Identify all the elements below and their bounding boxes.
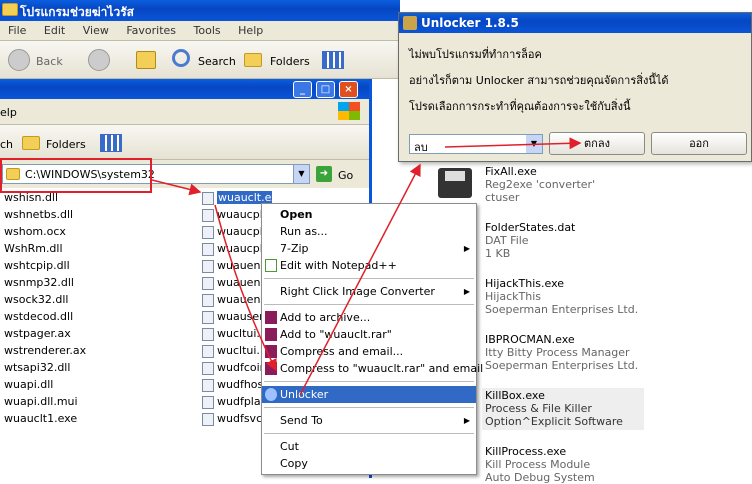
arrow-unlocker-to-dialog (299, 163, 421, 396)
arrow-address-to-file (151, 179, 202, 196)
arrow-file-to-unlocker (214, 204, 277, 372)
arrow-select-to-ok (444, 137, 582, 150)
annotation-arrows (151, 137, 582, 396)
